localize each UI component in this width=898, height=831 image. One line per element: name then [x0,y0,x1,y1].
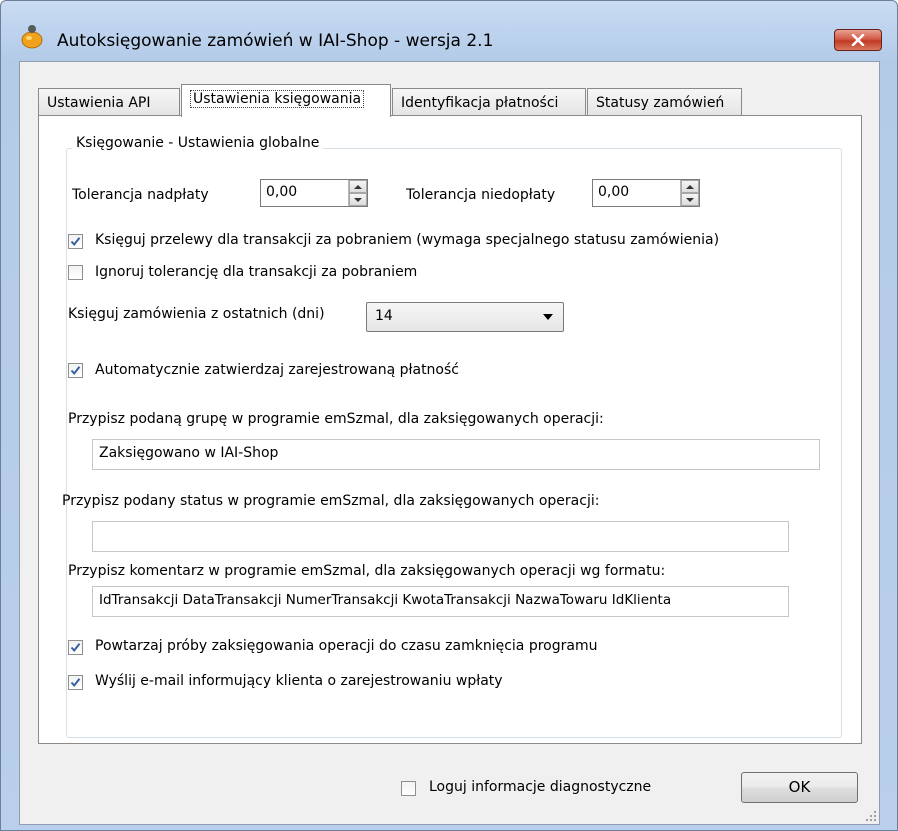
close-button[interactable] [834,29,882,51]
retry-checkbox[interactable] [68,640,83,655]
auto-confirm-checkbox[interactable] [68,363,83,378]
tab-api-settings[interactable]: Ustawienia API [38,88,180,116]
window-title: Autoksięgowanie zamówień w IAI-Shop - we… [57,31,494,51]
increment-button[interactable] [681,180,699,193]
status-field-label: Przypisz podany status w programie emSzm… [62,493,600,509]
resize-grip-icon[interactable] [865,810,877,822]
group-legend: Księgowanie - Ustawienia globalne [72,135,324,151]
tab-payment-identification[interactable]: Identyfikacja płatności [392,88,586,116]
send-email-checkbox[interactable] [68,675,83,690]
tab-label: Ustawienia księgowania [190,90,365,108]
decrement-button[interactable] [349,193,367,206]
dialog-window: Autoksięgowanie zamówień w IAI-Shop - we… [0,0,898,831]
days-dropdown-value: 14 [375,308,393,324]
comment-input[interactable]: IdTransakcji DataTransakcji NumerTransak… [92,586,789,617]
comment-input-value[interactable]: IdTransakcji DataTransakcji NumerTransak… [99,592,671,608]
arrow-down-icon [354,197,362,202]
group-input-value[interactable]: Zaksięgowano w IAI-Shop [99,445,278,461]
ignore-tolerance-checkbox[interactable] [68,265,83,280]
status-input[interactable] [92,521,789,552]
tab-booking-settings[interactable]: Ustawienia księgowania [181,84,391,117]
stepper-buttons [348,180,367,206]
cod-transfers-label[interactable]: Księguj przelewy dla transakcji za pobra… [95,232,719,248]
log-diagnostics-label[interactable]: Loguj informacje diagnostyczne [429,779,651,795]
group-input[interactable]: Zaksięgowano w IAI-Shop [92,439,820,470]
log-diagnostics-checkbox[interactable] [401,781,416,796]
app-icon [21,25,43,49]
overpay-tolerance-label: Tolerancja nadpłaty [72,187,209,203]
dialog-client-area: Ustawienia API Ustawienia księgowania Id… [19,61,880,825]
close-icon [851,34,865,46]
tab-panel: Księgowanie - Ustawienia globalne Tolera… [38,115,862,744]
arrow-down-icon [686,197,694,202]
tab-label: Identyfikacja płatności [401,95,559,111]
arrow-up-icon [686,184,694,189]
ok-button[interactable]: OK [741,772,858,803]
title-bar[interactable]: Autoksięgowanie zamówień w IAI-Shop - we… [1,1,897,61]
decrement-button[interactable] [681,193,699,206]
group-field-label: Przypisz podaną grupę w programie emSzma… [68,411,604,427]
checkmark-icon [70,366,81,376]
underpay-tolerance-label: Tolerancja niedopłaty [406,187,556,203]
comment-field-label: Przypisz komentarz w programie emSzmal, … [68,563,666,579]
increment-button[interactable] [349,180,367,193]
tab-order-statuses[interactable]: Statusy zamówień [587,88,742,116]
tab-label: Ustawienia API [47,95,151,111]
chevron-down-icon [543,314,553,320]
stepper-buttons [680,180,699,206]
retry-label[interactable]: Powtarzaj próby zaksięgowania operacji d… [95,638,597,654]
days-label: Księguj zamówienia z ostatnich (dni) [68,306,325,322]
auto-confirm-label[interactable]: Automatycznie zatwierdzaj zarejestrowaną… [95,362,459,378]
overpay-tolerance-value[interactable]: 0,00 [266,184,297,200]
underpay-tolerance-stepper[interactable]: 0,00 [592,179,700,207]
ignore-tolerance-label[interactable]: Ignoruj tolerancję dla transakcji za pob… [95,264,417,280]
underpay-tolerance-value[interactable]: 0,00 [598,184,629,200]
send-email-label[interactable]: Wyślij e-mail informujący klienta o zare… [95,673,503,689]
overpay-tolerance-stepper[interactable]: 0,00 [260,179,368,207]
checkmark-icon [70,643,81,653]
cod-transfers-checkbox[interactable] [68,234,83,249]
days-dropdown[interactable]: 14 [366,302,564,332]
checkmark-icon [70,678,81,688]
tab-label: Statusy zamówień [596,95,725,111]
arrow-up-icon [354,184,362,189]
checkmark-icon [70,237,81,247]
